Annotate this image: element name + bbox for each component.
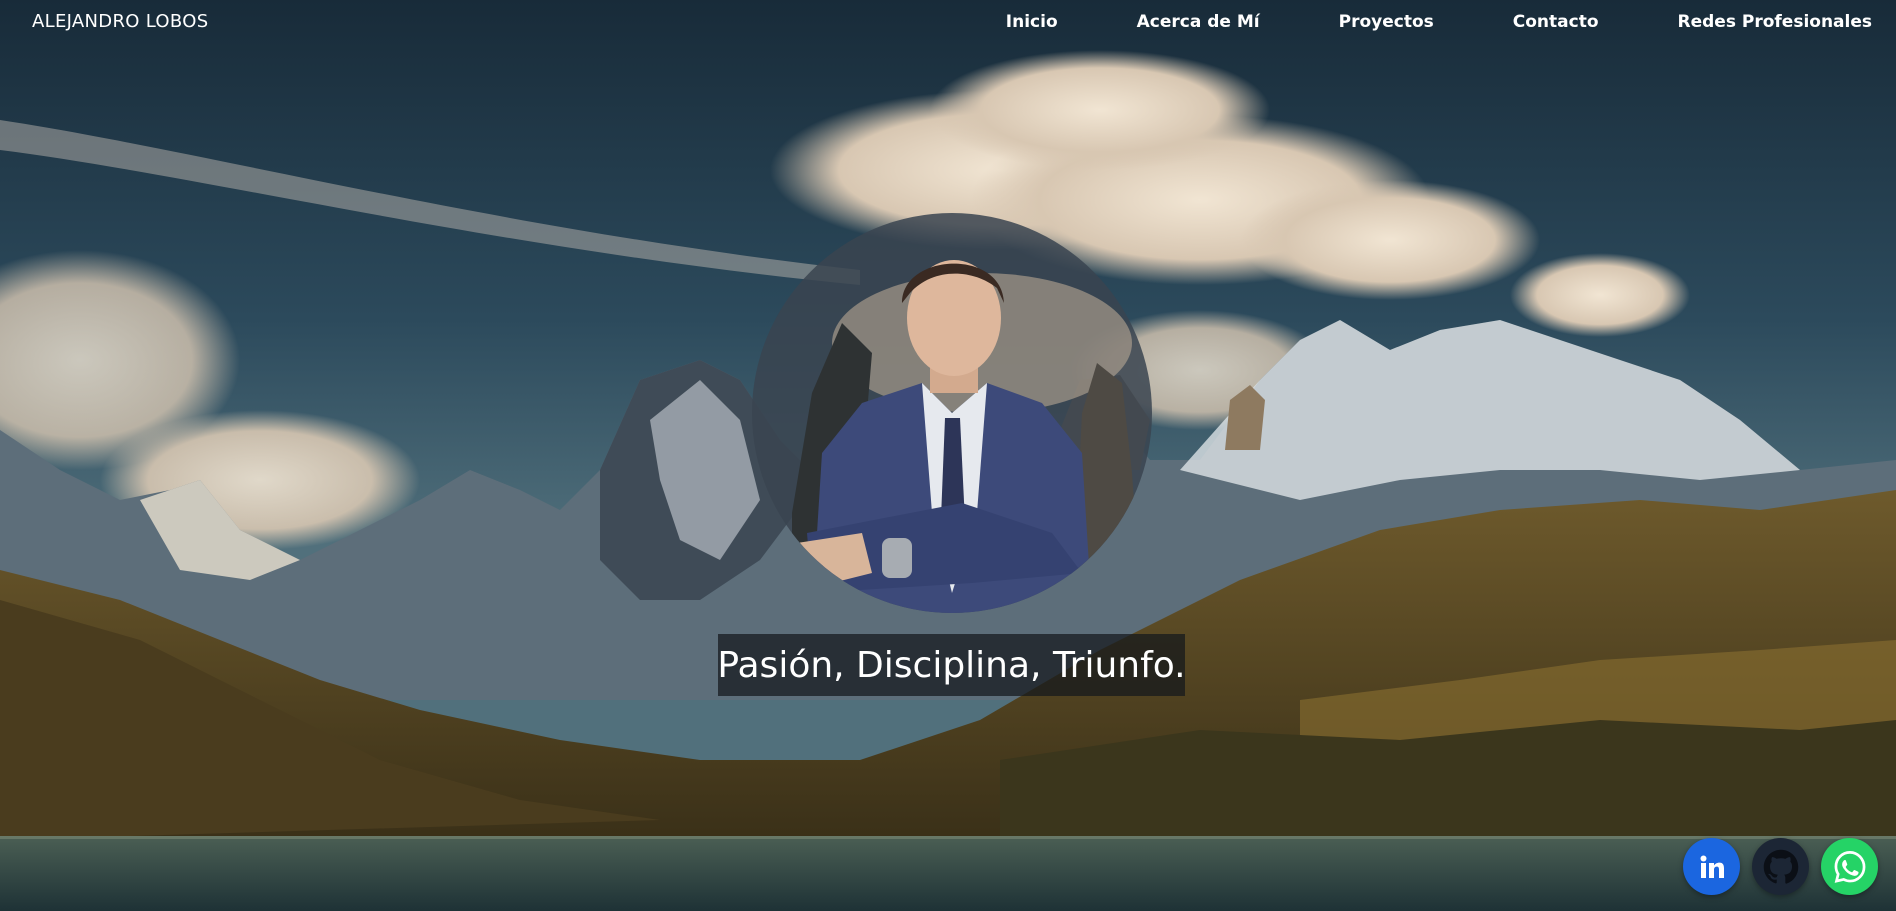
nav-link-acerca-de-mi[interactable]: Acerca de Mí [1137,12,1260,32]
profile-photo [752,213,1152,613]
whatsapp-button[interactable] [1821,838,1878,895]
whatsapp-icon [1834,850,1865,883]
social-buttons [1683,838,1878,895]
github-button[interactable] [1752,838,1809,895]
nav-link-proyectos[interactable]: Proyectos [1339,12,1434,32]
hero-tagline-box: Pasión, Disciplina, Triunfo. [717,634,1186,696]
linkedin-button[interactable] [1683,838,1740,895]
nav-link-redes-profesionales[interactable]: Redes Profesionales [1678,12,1872,32]
brand-logo-text[interactable]: ALEJANDRO LOBOS [32,11,208,32]
nav-link-contacto[interactable]: Contacto [1513,12,1599,32]
main-menu: Inicio Acerca de Mí Proyectos Contacto R… [927,12,1872,32]
top-navbar: ALEJANDRO LOBOS Inicio Acerca de Mí Proy… [0,0,1896,44]
linkedin-icon [1700,855,1724,878]
nav-link-inicio[interactable]: Inicio [1006,12,1058,32]
profile-photo-image [752,213,1152,613]
hero-tagline: Pasión, Disciplina, Triunfo. [717,644,1186,686]
github-icon [1763,849,1798,884]
